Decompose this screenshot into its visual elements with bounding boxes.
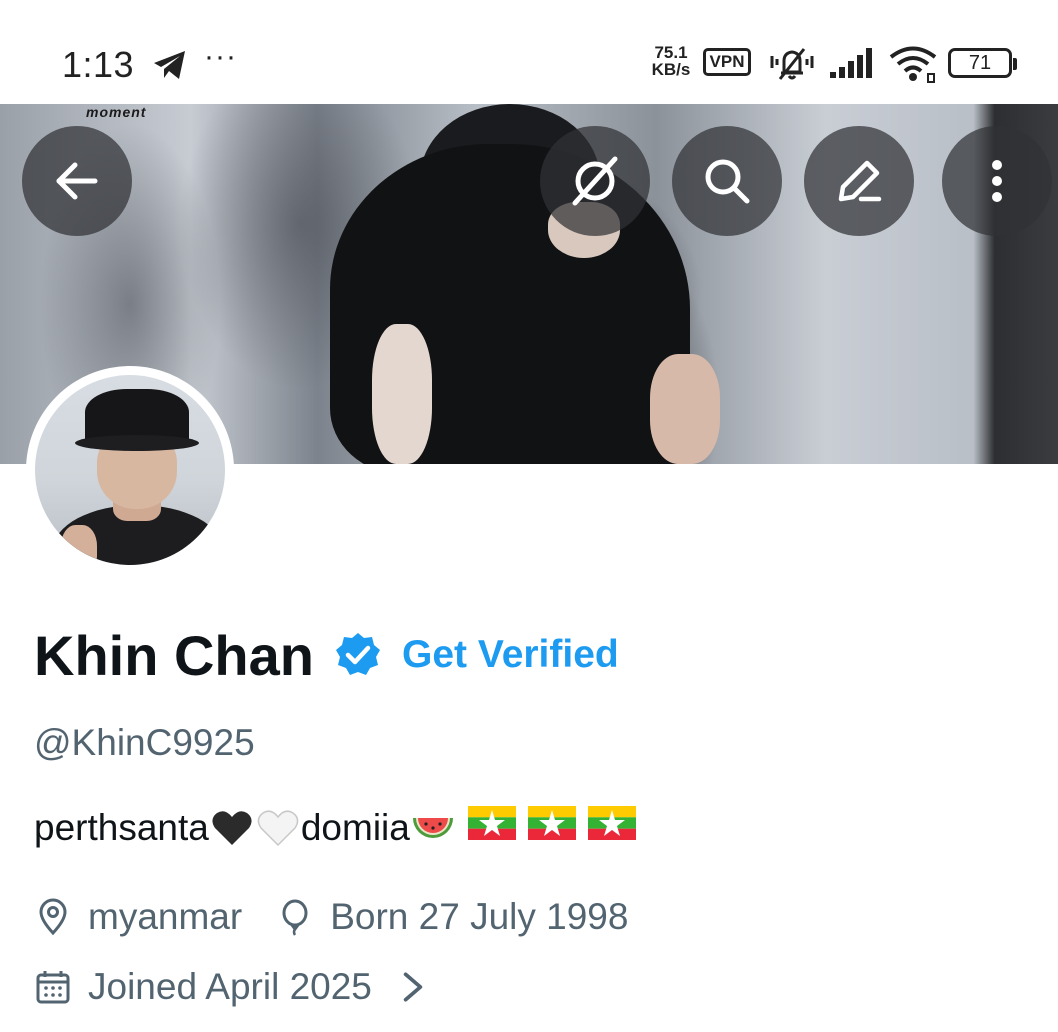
- location-pin-icon: [39, 898, 67, 936]
- profile-bio: perthsanta domiia: [34, 806, 638, 849]
- grok-button[interactable]: [540, 126, 650, 236]
- profile-name-row: Khin Chan Get Verified: [34, 620, 619, 690]
- myanmar-flag-icon: [588, 806, 637, 840]
- avatar-photo-hand: [61, 525, 97, 565]
- more-options-button[interactable]: [942, 126, 1052, 236]
- chevron-right-icon[interactable]: [394, 968, 432, 1006]
- search-button[interactable]: [672, 126, 782, 236]
- status-time: 1:13: [62, 44, 135, 85]
- banner-photo-arm: [372, 324, 432, 464]
- wifi-icon: [889, 46, 937, 83]
- profile-meta-joined[interactable]: Joined April 2025: [34, 964, 432, 1010]
- telegram-icon: [154, 51, 185, 79]
- battery-indicator: 71: [948, 48, 1017, 78]
- profile-avatar[interactable]: [26, 366, 234, 574]
- network-speed: 75.1 KB/s: [648, 44, 694, 78]
- search-icon: [705, 159, 750, 204]
- joined-text: Joined April 2025: [88, 966, 372, 1007]
- white-heart-emoji-icon: [257, 809, 299, 846]
- more-notifications-indicator: ···: [204, 40, 237, 73]
- grok-icon: [572, 156, 618, 206]
- watermelon-emoji-icon: [412, 817, 453, 838]
- back-icon: [56, 162, 98, 200]
- bio-text-part2: domiia: [300, 806, 410, 848]
- back-button[interactable]: [22, 126, 132, 236]
- bio-text-part1: perthsanta: [34, 806, 209, 848]
- get-verified-link[interactable]: Get Verified: [402, 633, 619, 677]
- myanmar-flag-icon: [467, 806, 516, 840]
- display-name: Khin Chan: [34, 623, 314, 687]
- bio-flags: [467, 806, 639, 849]
- profile-meta-location-birthday: myanmar Born 27 July 1998: [34, 894, 628, 940]
- black-heart-emoji-icon: [212, 810, 252, 845]
- signal-icon: [830, 48, 872, 78]
- avatar-photo-hat-brim: [75, 435, 199, 451]
- calendar-icon: [36, 971, 70, 1004]
- avatar-image: [35, 375, 225, 565]
- mute-icon: [770, 48, 814, 80]
- network-speed-value: 75.1: [654, 43, 688, 62]
- more-icon: [992, 160, 1002, 202]
- myanmar-flag-icon: [528, 806, 577, 840]
- balloon-icon: [282, 899, 308, 936]
- user-handle: @KhinC9925: [34, 722, 255, 763]
- banner-photo-arm: [650, 354, 720, 464]
- verified-badge-icon[interactable]: [334, 631, 382, 679]
- status-bar: 1:13 ··· 75.1 KB/s VPN 71: [0, 0, 1058, 104]
- birthday-text: Born 27 July 1998: [330, 896, 629, 937]
- edit-button[interactable]: [804, 126, 914, 236]
- edit-icon: [838, 160, 882, 202]
- network-speed-unit: KB/s: [651, 60, 691, 79]
- location-text: myanmar: [88, 896, 243, 937]
- banner-overlay-text: moment: [86, 104, 147, 120]
- vpn-badge: VPN: [703, 48, 751, 76]
